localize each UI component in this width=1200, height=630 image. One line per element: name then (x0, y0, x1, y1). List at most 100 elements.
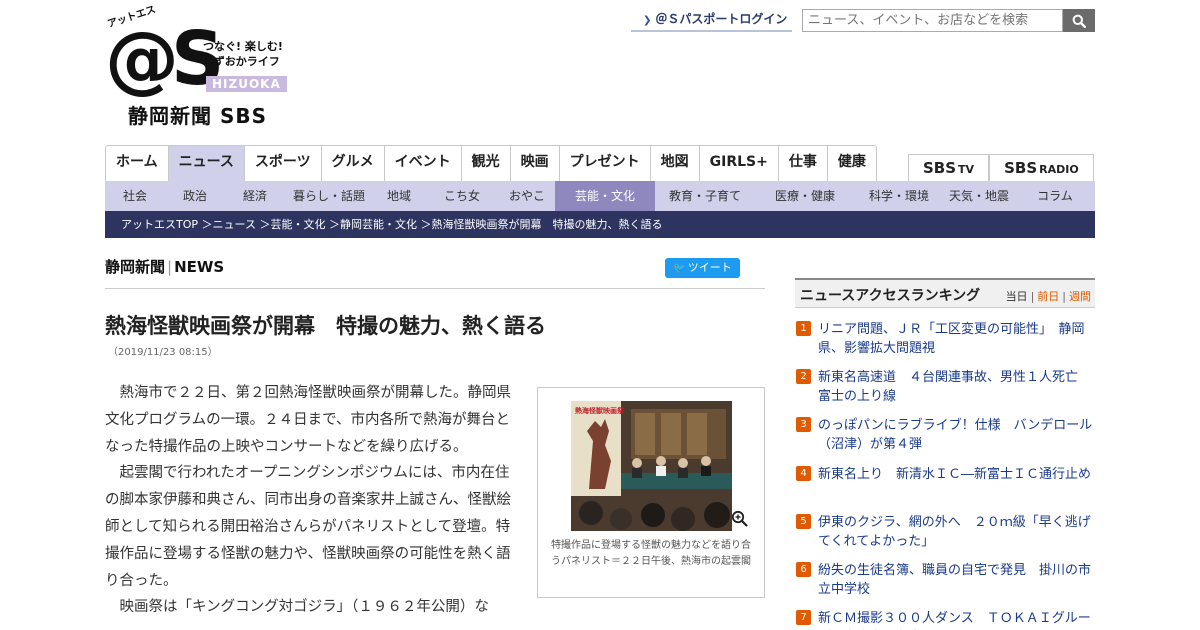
ranking-item[interactable]: 2 新東名高速道 ４台関連事故、男性１人死亡 富士の上り線 (795, 368, 1095, 416)
ranking-item[interactable]: 4 新東名上り 新清水ＩＣ―新富士ＩＣ通行止め (795, 465, 1095, 513)
main-nav-item[interactable]: 観光 (462, 146, 511, 181)
logo-tagline-1: つなぐ! 楽しむ! (203, 40, 283, 53)
breadcrumb[interactable]: アットエスTOP ＞ニュース ＞芸能・文化 ＞静岡芸能・文化 ＞熱海怪獣映画祭が… (105, 211, 1095, 238)
main-nav-item[interactable]: プレゼント (560, 146, 651, 181)
tweet-label: ツイート (687, 261, 732, 274)
rank-number-badge: 6 (796, 561, 811, 577)
main-nav-label: 地図 (660, 154, 689, 170)
main-nav-item[interactable]: グルメ (322, 146, 385, 181)
main-nav-item[interactable]: ニュース (168, 146, 245, 181)
media-tab-main: SBS (1004, 159, 1038, 177)
sub-nav-item[interactable]: 地域 (373, 181, 425, 211)
ranking-item[interactable]: 3 のっぽパンにラブライブ！仕様 バンデロール（沼津）が第４弾 (795, 416, 1095, 464)
sub-nav-label: 政治 (182, 189, 207, 203)
passport-login-label: ＠Ｓパスポートログイン (655, 12, 788, 26)
main-nav-label: プレゼント (569, 154, 640, 170)
article-paragraph: 映画祭は「キングコング対ゴジラ」（１９６２年公開）な (119, 599, 489, 616)
article-paragraph: 起雲閣で行われたオープニングシンポジウムには、市内在住の脚本家伊藤和典さん、同市… (105, 465, 511, 589)
main-nav-label: グルメ (331, 154, 374, 170)
main-nav: ホーム ニュース スポーツ グルメ イベント 観光 映画 プレゼント 地図 GIRLS+ 仕事 健康 (105, 145, 877, 181)
ranking-header: ニュースアクセスランキング 当日 | 前日 | 週間 (795, 278, 1095, 308)
sub-nav-item[interactable]: 天気・地震 (943, 181, 1015, 211)
sub-nav-label: おやこ (508, 189, 545, 203)
photo-caption: 特撮作品に登場する怪獣の魅力などを語り合うパネリスト＝２２日午後、熱海市の起雲閣 (551, 540, 751, 567)
media-tab[interactable]: SBS TV (908, 155, 990, 181)
main-nav-item[interactable]: 健康 (828, 146, 876, 181)
media-tab-sub: TV (958, 163, 975, 176)
rank-number-badge: 4 (796, 465, 811, 481)
logo-sbs: 静岡新聞 SBS (128, 104, 268, 128)
sub-nav-item[interactable]: 政治 (165, 181, 225, 211)
sub-nav-item[interactable]: 芸能・文化 (555, 181, 655, 211)
sub-nav-label: 地域 (386, 189, 411, 203)
rank-number-badge: 2 (796, 369, 811, 385)
sub-nav-item[interactable]: こち女 (425, 181, 499, 211)
photo-image: 熱海怪獣映画祭 (571, 401, 732, 531)
ranking-item-link[interactable]: 紛失の生徒名簿、職員の自宅で発見 掛川の市立中学校 (818, 563, 1091, 597)
sub-nav-item[interactable]: コラム (1015, 181, 1095, 211)
site-search (802, 9, 1095, 32)
ranking-item[interactable]: 6 紛失の生徒名簿、職員の自宅で発見 掛川の市立中学校 (795, 561, 1095, 609)
site-logo[interactable]: アットエス @S つなぐ! 楽しむ! しずおかライフ HIZUOKA 静岡新聞 … (105, 4, 295, 132)
search-button[interactable] (1063, 9, 1095, 32)
ranking-item-link[interactable]: 伊東のクジラ、網の外へ ２０ｍ級「早く逃げてくれてよかった」 (818, 515, 1091, 549)
article-brand-bar: 静岡新聞 | NEWS 🐦 ツイート (105, 256, 765, 289)
media-tab-sub: RADIO (1039, 163, 1079, 176)
passport-login-link[interactable]: ❯ ＠Ｓパスポートログイン (631, 10, 792, 32)
ranking-title: ニュースアクセスランキング (800, 288, 981, 304)
ranking-item-link[interactable]: のっぽパンにラブライブ！仕様 バンデロール（沼津）が第４弾 (818, 418, 1092, 452)
main-nav-label: スポーツ (254, 154, 311, 170)
ranking-tab[interactable]: 週間 (1069, 290, 1091, 303)
media-tabs: SBS TV SBS RADIO (908, 154, 1094, 181)
ranking-item-link[interactable]: 新東名高速道 ４台関連事故、男性１人死亡 富士の上り線 (818, 370, 1078, 404)
main-nav-item[interactable]: GIRLS+ (700, 146, 779, 181)
sub-nav-item[interactable]: 社会 (105, 181, 165, 211)
tweet-button[interactable]: 🐦 ツイート (665, 258, 740, 278)
main-nav-item[interactable]: 仕事 (779, 146, 828, 181)
main-nav-item[interactable]: イベント (385, 146, 462, 181)
rank-number-badge: 5 (796, 513, 811, 529)
sub-nav-item[interactable]: おやこ (499, 181, 555, 211)
ranking-period-tabs: 当日 | 前日 | 週間 (1006, 288, 1091, 304)
sub-nav-label: 教育・子育て (668, 189, 741, 203)
ranking-tab-separator: | (1062, 290, 1066, 303)
sub-nav-label: 芸能・文化 (574, 189, 635, 203)
twitter-bird-icon: 🐦 (673, 263, 686, 274)
rank-number-badge: 3 (796, 417, 811, 433)
main-nav-item[interactable]: スポーツ (245, 146, 322, 181)
article-photo[interactable]: 熱海怪獣映画祭 (571, 401, 732, 531)
ranking-tab[interactable]: 当日 (1006, 290, 1028, 303)
main-nav-label: 健康 (837, 154, 866, 170)
ranking-list: 1 リニア問題、ＪＲ「工区変更の可能性」 静岡県、影響拡大問題視 2 新東名高速道 ４… (795, 320, 1095, 630)
main-nav-label: 映画 (520, 154, 549, 170)
ranking-tab[interactable]: 前日 (1037, 290, 1059, 303)
sub-nav-label: こち女 (443, 189, 480, 203)
ranking-item[interactable]: 1 リニア問題、ＪＲ「工区変更の可能性」 静岡県、影響拡大問題視 (795, 320, 1095, 368)
article-title: 熱海怪獣映画祭が開幕 特撮の魅力、熱く語る (105, 314, 546, 338)
ranking-tab-separator: | (1030, 290, 1035, 303)
ranking-item[interactable]: 5 伊東のクジラ、網の外へ ２０ｍ級「早く逃げてくれてよかった」 (795, 513, 1095, 561)
brand-separator: | (167, 258, 173, 276)
article-body: 熱海市で２２日、第２回熱海怪獣映画祭が開幕した。静岡県文化プログラムの一環。２４… (105, 380, 511, 621)
main-nav-label: ホーム (116, 154, 158, 170)
main-nav-item[interactable]: 地図 (651, 146, 700, 181)
sub-nav-item[interactable]: 暮らし・話題 (285, 181, 373, 211)
ranking-item-link[interactable]: 新東名上り 新清水ＩＣ―新富士ＩＣ通行止め (818, 467, 1091, 482)
search-input[interactable] (802, 9, 1063, 32)
ranking-item-link[interactable]: 新ＣＭ撮影３００人ダンス ＴＯＫＡＩグループ、富士宮で有志ら (818, 611, 1091, 630)
sub-nav-item[interactable]: 教育・子育て (655, 181, 755, 211)
ranking-item-link[interactable]: リニア問題、ＪＲ「工区変更の可能性」 静岡県、影響拡大問題視 (818, 322, 1085, 356)
sub-nav-item[interactable]: 経済 (225, 181, 285, 211)
main-nav-item[interactable]: 映画 (511, 146, 560, 181)
main-nav-label: ニュース (178, 154, 234, 170)
sub-nav-item[interactable]: 医療・健康 (755, 181, 855, 211)
main-nav-label: 仕事 (788, 154, 817, 170)
rank-number-badge: 1 (796, 321, 811, 336)
sub-nav-item[interactable]: 科学・環境 (855, 181, 943, 211)
main-nav-item[interactable]: ホーム (106, 146, 169, 181)
zoom-in-icon[interactable] (731, 510, 748, 531)
brand-sub: NEWS (174, 258, 225, 276)
media-tab[interactable]: SBS RADIO (989, 155, 1094, 181)
ranking-item[interactable]: 7 新ＣＭ撮影３００人ダンス ＴＯＫＡＩグループ、富士宮で有志ら (795, 609, 1095, 630)
search-icon (1072, 14, 1086, 28)
